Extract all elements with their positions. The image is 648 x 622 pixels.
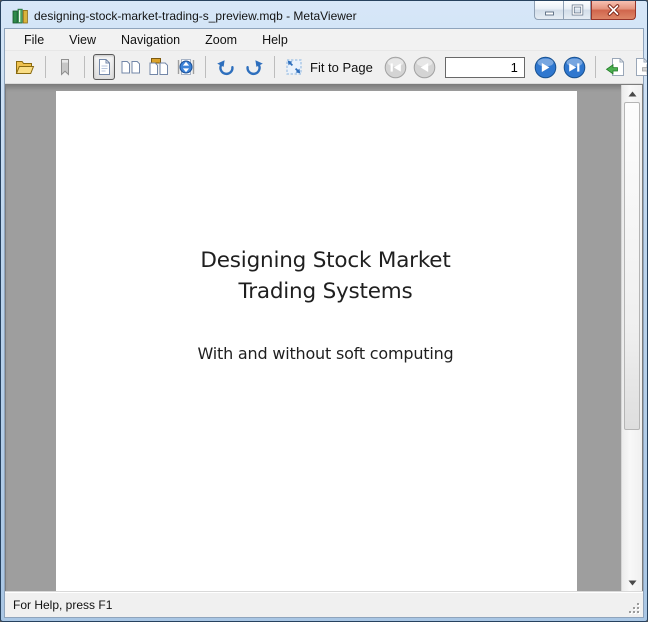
title-bar[interactable]: designing-stock-market-trading-s_preview… bbox=[4, 4, 644, 28]
client-frame: File View Navigation Zoom Help bbox=[4, 28, 644, 618]
scroll-down-button[interactable] bbox=[622, 574, 642, 591]
facing-pages-view-button[interactable] bbox=[119, 54, 143, 80]
vertical-scrollbar[interactable] bbox=[621, 85, 642, 591]
fit-to-page-button[interactable] bbox=[283, 54, 305, 80]
scrollbar-thumb[interactable] bbox=[624, 102, 640, 430]
scroll-up-icon bbox=[628, 91, 637, 97]
maximize-button[interactable] bbox=[563, 1, 591, 20]
document-title: Designing Stock Market Trading Systems bbox=[56, 245, 577, 307]
window-controls bbox=[534, 1, 636, 20]
rotate-right-icon bbox=[243, 57, 265, 77]
first-page-button[interactable] bbox=[383, 54, 408, 80]
open-folder-icon bbox=[14, 58, 36, 76]
rotate-right-button[interactable] bbox=[242, 54, 266, 80]
document-subtitle: With and without soft computing bbox=[56, 344, 577, 363]
toolbar-separator bbox=[84, 56, 85, 78]
menu-bar: File View Navigation Zoom Help bbox=[5, 29, 643, 51]
metaviewer-window: designing-stock-market-trading-s_preview… bbox=[0, 0, 648, 622]
window-title: designing-stock-market-trading-s_preview… bbox=[34, 9, 357, 23]
document-area[interactable]: Designing Stock Market Trading Systems W… bbox=[5, 84, 643, 591]
toolbar-separator bbox=[205, 56, 206, 78]
open-file-button[interactable] bbox=[13, 54, 37, 80]
previous-page-icon bbox=[413, 56, 436, 79]
fit-to-page-label: Fit to Page bbox=[310, 60, 373, 75]
maximize-icon bbox=[571, 3, 584, 17]
toolbar-separator bbox=[274, 56, 275, 78]
document-title-line2: Trading Systems bbox=[74, 276, 577, 307]
next-page-icon bbox=[534, 56, 557, 79]
menu-file[interactable]: File bbox=[15, 31, 53, 49]
bookmarks-button[interactable] bbox=[54, 54, 76, 80]
fit-to-page-icon bbox=[284, 57, 304, 77]
app-icon bbox=[12, 8, 30, 24]
toolbar: Fit to Page bbox=[5, 51, 643, 84]
document-title-line1: Designing Stock Market bbox=[74, 245, 577, 276]
forward-icon bbox=[633, 57, 648, 77]
resize-grip[interactable] bbox=[628, 602, 641, 615]
scroll-up-button[interactable] bbox=[622, 85, 642, 102]
book-view-button[interactable] bbox=[147, 54, 171, 80]
history-forward-button[interactable] bbox=[632, 54, 648, 80]
status-text: For Help, press F1 bbox=[13, 598, 112, 612]
status-bar: For Help, press F1 bbox=[5, 591, 643, 617]
close-icon bbox=[606, 3, 621, 17]
single-page-icon bbox=[94, 57, 114, 77]
toolbar-separator bbox=[45, 56, 46, 78]
close-button[interactable] bbox=[591, 1, 636, 20]
bookmark-icon bbox=[55, 57, 75, 77]
rotate-left-icon bbox=[215, 57, 237, 77]
continuous-view-button[interactable] bbox=[175, 54, 197, 80]
document-page: Designing Stock Market Trading Systems W… bbox=[56, 91, 577, 591]
minimize-button[interactable] bbox=[534, 1, 563, 20]
scroll-down-icon bbox=[628, 580, 637, 586]
previous-page-button[interactable] bbox=[412, 54, 437, 80]
menu-navigation[interactable]: Navigation bbox=[112, 31, 189, 49]
toolbar-separator bbox=[595, 56, 596, 78]
back-icon bbox=[605, 57, 627, 77]
last-page-icon bbox=[563, 56, 586, 79]
next-page-button[interactable] bbox=[533, 54, 558, 80]
first-page-icon bbox=[384, 56, 407, 79]
last-page-button[interactable] bbox=[562, 54, 587, 80]
facing-pages-icon bbox=[120, 57, 142, 77]
page-number-input[interactable] bbox=[445, 57, 525, 78]
single-page-view-button[interactable] bbox=[93, 54, 115, 80]
book-pages-icon bbox=[148, 57, 170, 77]
minimize-icon bbox=[543, 3, 556, 17]
menu-view[interactable]: View bbox=[60, 31, 105, 49]
continuous-scroll-icon bbox=[176, 57, 196, 77]
history-back-button[interactable] bbox=[604, 54, 628, 80]
menu-zoom[interactable]: Zoom bbox=[196, 31, 246, 49]
rotate-left-button[interactable] bbox=[214, 54, 238, 80]
menu-help[interactable]: Help bbox=[253, 31, 297, 49]
